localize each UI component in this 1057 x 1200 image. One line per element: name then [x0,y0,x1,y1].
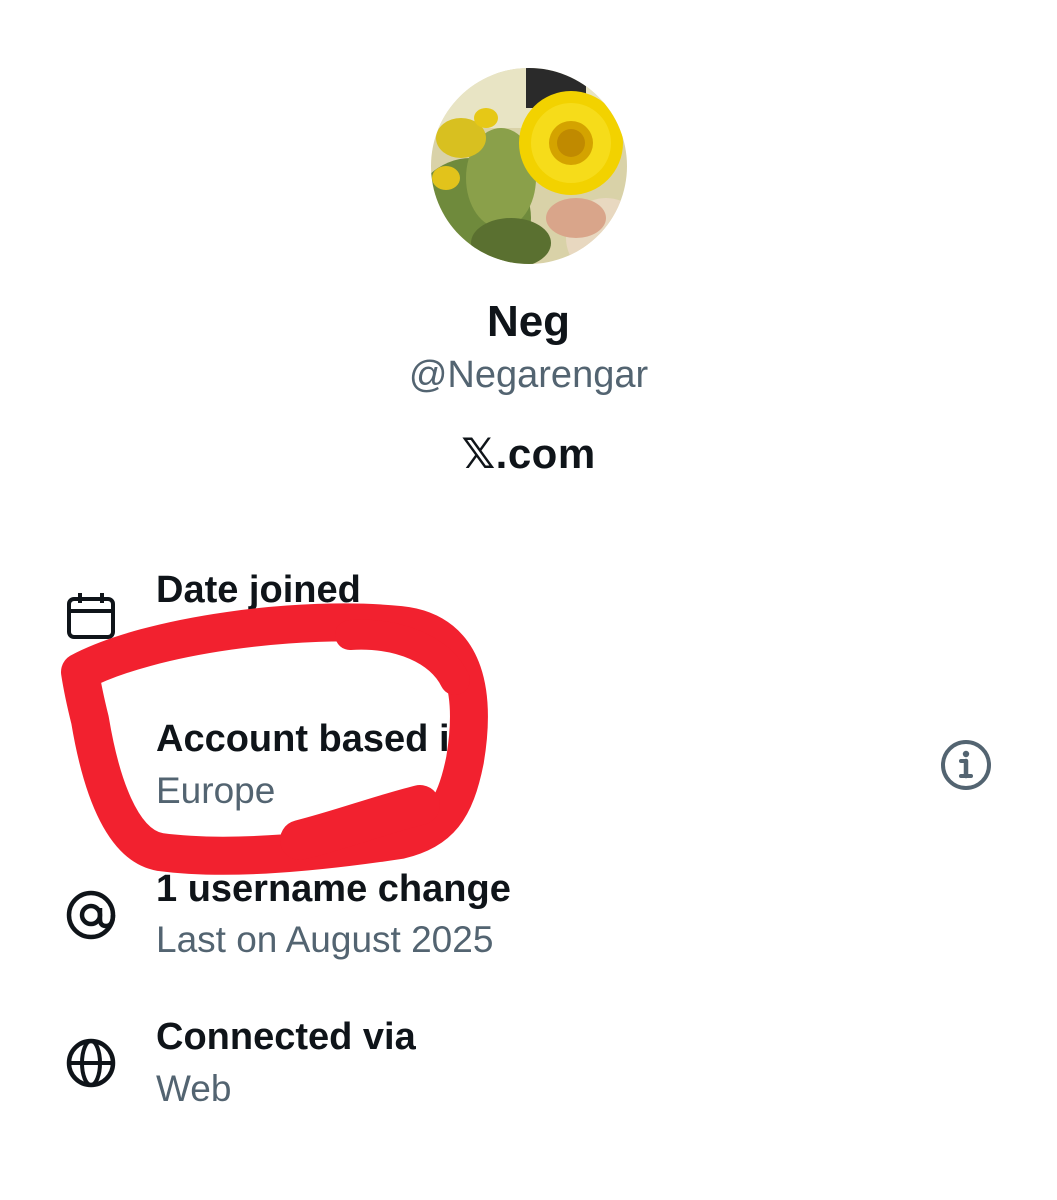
row-value-account-based-in: Europe [156,770,276,811]
row-title-username-change: 1 username change [156,868,511,910]
row-title-account-based-in: Account based i [156,718,450,760]
at-sign-icon [62,886,120,944]
row-value-connected-via: Web [156,1068,232,1109]
row-title-date-joined: Date joined [156,569,361,611]
brand-label: 𝕏.com [461,430,596,477]
row-title-connected-via: Connected via [156,1016,416,1058]
info-icon[interactable] [938,737,994,793]
row-value-username-change: Last on August 2025 [156,919,494,960]
calendar-icon [62,589,120,647]
globe-icon [62,1034,120,1092]
display-name: Neg [486,297,571,346]
avatar[interactable] [431,68,627,264]
avatar-image [431,68,627,264]
user-handle[interactable]: @Negarengar [0,350,1057,400]
